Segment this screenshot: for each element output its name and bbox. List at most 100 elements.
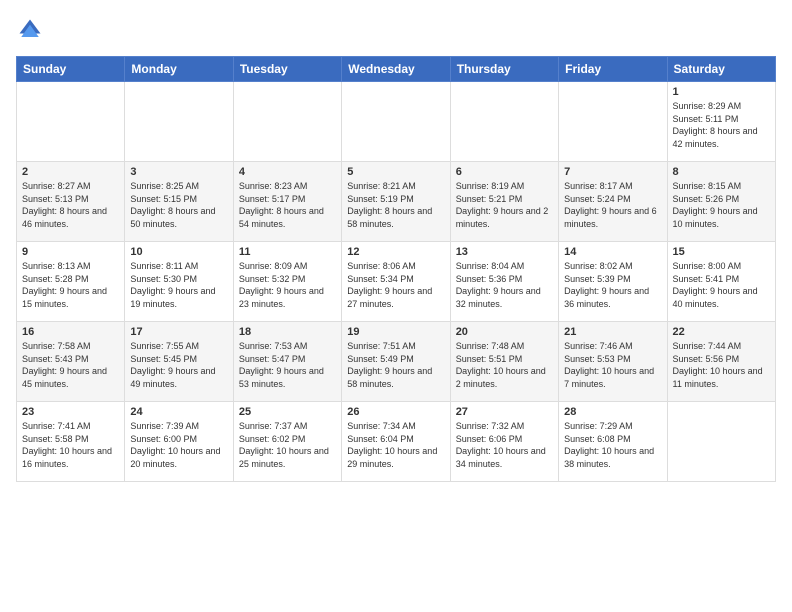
calendar-cell bbox=[125, 82, 233, 162]
calendar-cell: 18 Sunrise: 7:53 AM Sunset: 5:47 PM Dayli… bbox=[233, 322, 341, 402]
day-number: 19 bbox=[347, 326, 444, 338]
calendar-cell: 23 Sunrise: 7:41 AM Sunset: 5:58 PM Dayli… bbox=[17, 402, 125, 482]
day-number: 12 bbox=[347, 246, 444, 258]
day-number: 10 bbox=[130, 246, 227, 258]
calendar-cell bbox=[233, 82, 341, 162]
day-number: 21 bbox=[564, 326, 661, 338]
day-number: 5 bbox=[347, 166, 444, 178]
day-info: Sunrise: 8:13 AM Sunset: 5:28 PM Dayligh… bbox=[22, 260, 119, 310]
calendar-cell: 5 Sunrise: 8:21 AM Sunset: 5:19 PM Daylig… bbox=[342, 162, 450, 242]
day-of-week-header: Thursday bbox=[450, 57, 558, 82]
day-of-week-header: Sunday bbox=[17, 57, 125, 82]
day-number: 7 bbox=[564, 166, 661, 178]
day-info: Sunrise: 8:02 AM Sunset: 5:39 PM Dayligh… bbox=[564, 260, 661, 310]
calendar-cell: 10 Sunrise: 8:11 AM Sunset: 5:30 PM Dayli… bbox=[125, 242, 233, 322]
day-info: Sunrise: 7:41 AM Sunset: 5:58 PM Dayligh… bbox=[22, 420, 119, 470]
day-number: 15 bbox=[673, 246, 770, 258]
day-number: 1 bbox=[673, 86, 770, 98]
day-info: Sunrise: 7:29 AM Sunset: 6:08 PM Dayligh… bbox=[564, 420, 661, 470]
day-number: 14 bbox=[564, 246, 661, 258]
day-number: 17 bbox=[130, 326, 227, 338]
calendar-cell: 14 Sunrise: 8:02 AM Sunset: 5:39 PM Dayli… bbox=[559, 242, 667, 322]
day-number: 8 bbox=[673, 166, 770, 178]
calendar-cell: 27 Sunrise: 7:32 AM Sunset: 6:06 PM Dayli… bbox=[450, 402, 558, 482]
calendar-cell bbox=[17, 82, 125, 162]
calendar-cell: 19 Sunrise: 7:51 AM Sunset: 5:49 PM Dayli… bbox=[342, 322, 450, 402]
day-info: Sunrise: 8:15 AM Sunset: 5:26 PM Dayligh… bbox=[673, 180, 770, 230]
day-number: 13 bbox=[456, 246, 553, 258]
day-info: Sunrise: 8:17 AM Sunset: 5:24 PM Dayligh… bbox=[564, 180, 661, 230]
calendar-cell bbox=[342, 82, 450, 162]
day-of-week-header: Friday bbox=[559, 57, 667, 82]
calendar-cell: 24 Sunrise: 7:39 AM Sunset: 6:00 PM Dayli… bbox=[125, 402, 233, 482]
calendar-cell: 22 Sunrise: 7:44 AM Sunset: 5:56 PM Dayli… bbox=[667, 322, 775, 402]
calendar-week-row: 9 Sunrise: 8:13 AM Sunset: 5:28 PM Daylig… bbox=[17, 242, 776, 322]
calendar-cell bbox=[559, 82, 667, 162]
day-number: 20 bbox=[456, 326, 553, 338]
day-number: 18 bbox=[239, 326, 336, 338]
day-of-week-header: Wednesday bbox=[342, 57, 450, 82]
day-of-week-header: Tuesday bbox=[233, 57, 341, 82]
day-info: Sunrise: 7:48 AM Sunset: 5:51 PM Dayligh… bbox=[456, 340, 553, 390]
day-of-week-header: Monday bbox=[125, 57, 233, 82]
day-info: Sunrise: 7:34 AM Sunset: 6:04 PM Dayligh… bbox=[347, 420, 444, 470]
day-info: Sunrise: 8:27 AM Sunset: 5:13 PM Dayligh… bbox=[22, 180, 119, 230]
day-info: Sunrise: 7:39 AM Sunset: 6:00 PM Dayligh… bbox=[130, 420, 227, 470]
calendar-week-row: 2Sunrise: 8:27 AM Sunset: 5:13 PM Daylig… bbox=[17, 162, 776, 242]
calendar-cell: 17 Sunrise: 7:55 AM Sunset: 5:45 PM Dayli… bbox=[125, 322, 233, 402]
day-info: Sunrise: 8:21 AM Sunset: 5:19 PM Dayligh… bbox=[347, 180, 444, 230]
day-info: Sunrise: 8:29 AM Sunset: 5:11 PM Dayligh… bbox=[673, 100, 770, 150]
calendar-cell: 11 Sunrise: 8:09 AM Sunset: 5:32 PM Dayli… bbox=[233, 242, 341, 322]
day-number: 6 bbox=[456, 166, 553, 178]
day-number: 25 bbox=[239, 406, 336, 418]
day-info: Sunrise: 7:44 AM Sunset: 5:56 PM Dayligh… bbox=[673, 340, 770, 390]
calendar-header-row: SundayMondayTuesdayWednesdayThursdayFrid… bbox=[17, 57, 776, 82]
day-info: Sunrise: 8:04 AM Sunset: 5:36 PM Dayligh… bbox=[456, 260, 553, 310]
day-number: 16 bbox=[22, 326, 119, 338]
calendar-cell: 1 Sunrise: 8:29 AM Sunset: 5:11 PM Daylig… bbox=[667, 82, 775, 162]
day-info: Sunrise: 8:25 AM Sunset: 5:15 PM Dayligh… bbox=[130, 180, 227, 230]
calendar-cell: 2Sunrise: 8:27 AM Sunset: 5:13 PM Daylig… bbox=[17, 162, 125, 242]
header bbox=[16, 16, 776, 44]
day-info: Sunrise: 7:53 AM Sunset: 5:47 PM Dayligh… bbox=[239, 340, 336, 390]
day-info: Sunrise: 8:00 AM Sunset: 5:41 PM Dayligh… bbox=[673, 260, 770, 310]
calendar-cell: 21 Sunrise: 7:46 AM Sunset: 5:53 PM Dayli… bbox=[559, 322, 667, 402]
day-info: Sunrise: 8:11 AM Sunset: 5:30 PM Dayligh… bbox=[130, 260, 227, 310]
day-info: Sunrise: 7:32 AM Sunset: 6:06 PM Dayligh… bbox=[456, 420, 553, 470]
day-info: Sunrise: 8:23 AM Sunset: 5:17 PM Dayligh… bbox=[239, 180, 336, 230]
logo bbox=[16, 16, 48, 44]
calendar: SundayMondayTuesdayWednesdayThursdayFrid… bbox=[16, 56, 776, 482]
day-info: Sunrise: 7:51 AM Sunset: 5:49 PM Dayligh… bbox=[347, 340, 444, 390]
day-number: 27 bbox=[456, 406, 553, 418]
calendar-cell bbox=[667, 402, 775, 482]
day-number: 23 bbox=[22, 406, 119, 418]
calendar-cell: 6Sunrise: 8:19 AM Sunset: 5:21 PM Daylig… bbox=[450, 162, 558, 242]
day-info: Sunrise: 7:37 AM Sunset: 6:02 PM Dayligh… bbox=[239, 420, 336, 470]
page-container: SundayMondayTuesdayWednesdayThursdayFrid… bbox=[0, 0, 792, 490]
logo-icon bbox=[16, 16, 44, 44]
day-number: 9 bbox=[22, 246, 119, 258]
calendar-cell bbox=[450, 82, 558, 162]
day-number: 24 bbox=[130, 406, 227, 418]
calendar-week-row: 1 Sunrise: 8:29 AM Sunset: 5:11 PM Daylig… bbox=[17, 82, 776, 162]
calendar-cell: 8 Sunrise: 8:15 AM Sunset: 5:26 PM Daylig… bbox=[667, 162, 775, 242]
calendar-week-row: 23 Sunrise: 7:41 AM Sunset: 5:58 PM Dayli… bbox=[17, 402, 776, 482]
calendar-cell: 13 Sunrise: 8:04 AM Sunset: 5:36 PM Dayli… bbox=[450, 242, 558, 322]
day-number: 22 bbox=[673, 326, 770, 338]
day-number: 11 bbox=[239, 246, 336, 258]
day-info: Sunrise: 7:46 AM Sunset: 5:53 PM Dayligh… bbox=[564, 340, 661, 390]
day-info: Sunrise: 7:58 AM Sunset: 5:43 PM Dayligh… bbox=[22, 340, 119, 390]
day-number: 26 bbox=[347, 406, 444, 418]
calendar-cell: 20 Sunrise: 7:48 AM Sunset: 5:51 PM Dayli… bbox=[450, 322, 558, 402]
calendar-cell: 3Sunrise: 8:25 AM Sunset: 5:15 PM Daylig… bbox=[125, 162, 233, 242]
calendar-cell: 9 Sunrise: 8:13 AM Sunset: 5:28 PM Daylig… bbox=[17, 242, 125, 322]
day-info: Sunrise: 8:09 AM Sunset: 5:32 PM Dayligh… bbox=[239, 260, 336, 310]
calendar-week-row: 16 Sunrise: 7:58 AM Sunset: 5:43 PM Dayli… bbox=[17, 322, 776, 402]
calendar-cell: 7 Sunrise: 8:17 AM Sunset: 5:24 PM Daylig… bbox=[559, 162, 667, 242]
day-number: 4 bbox=[239, 166, 336, 178]
calendar-cell: 15 Sunrise: 8:00 AM Sunset: 5:41 PM Dayli… bbox=[667, 242, 775, 322]
calendar-cell: 25 Sunrise: 7:37 AM Sunset: 6:02 PM Dayli… bbox=[233, 402, 341, 482]
calendar-cell: 12Sunrise: 8:06 AM Sunset: 5:34 PM Dayli… bbox=[342, 242, 450, 322]
day-info: Sunrise: 7:55 AM Sunset: 5:45 PM Dayligh… bbox=[130, 340, 227, 390]
calendar-cell: 16 Sunrise: 7:58 AM Sunset: 5:43 PM Dayli… bbox=[17, 322, 125, 402]
